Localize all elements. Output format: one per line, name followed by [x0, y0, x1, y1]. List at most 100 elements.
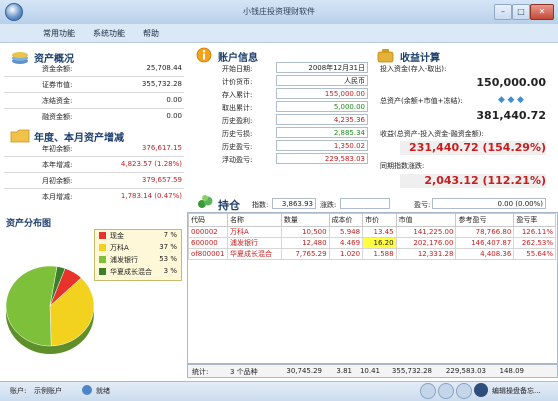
holdings-table: 代码 名称 数量 成本价 市价 市值 参考盈亏 盈亏率 000002 万科A 1… [187, 213, 556, 260]
diamond-rating: ◆ ◆ ◆ [498, 95, 524, 105]
cell-market-value: 141,225.00 [395, 226, 457, 238]
menu-system[interactable]: 系统功能 [93, 28, 125, 39]
legend-item: 浦发银行 53 % [95, 254, 181, 266]
cell-price: 1.588 [362, 248, 397, 260]
cell-quantity: 10,500 [280, 226, 330, 238]
status-account-value[interactable]: 示例账户 [34, 386, 62, 396]
holdings-table-wrapper: 代码 名称 数量 成本价 市价 市值 参考盈亏 盈亏率 000002 万科A 1… [187, 212, 558, 364]
asset-label: 资金余额: [42, 65, 73, 73]
growth-label: 本月增减: [42, 193, 73, 201]
invest-label: 投入资金(存入-取出): [380, 65, 447, 73]
legend-name: 华夏成长混合 [110, 268, 152, 276]
account-label: 浮动盈亏: [222, 156, 253, 164]
account-value: 2008年12月31日 [276, 62, 368, 73]
memo-link[interactable]: 编辑操盘备忘... [492, 386, 541, 396]
asset-label: 冻结资金: [42, 97, 73, 105]
cell-profit-rate: 55.64% [513, 248, 556, 260]
asset-value: 0.00 [166, 112, 182, 120]
col-header-market-value[interactable]: 市值 [395, 213, 457, 227]
menu-common[interactable]: 常用功能 [43, 28, 75, 39]
asset-label: 融资金额: [42, 113, 73, 121]
toolbar-icon-4[interactable] [474, 383, 488, 397]
total-value: 381,440.72 [476, 109, 546, 122]
col-header-profit-rate[interactable]: 盈亏率 [513, 213, 556, 227]
holdings-title: 持仓 [218, 199, 240, 212]
diamond-icon: ◆ [507, 95, 515, 105]
toolbar-icon-1[interactable] [420, 383, 436, 399]
toolbar-icon-3[interactable] [456, 383, 472, 399]
income-title: 收益计算 [400, 53, 440, 64]
account-label: 开始日期: [222, 65, 253, 73]
account-row: 取出累计: 5,000.00 [222, 101, 368, 114]
col-header-code[interactable]: 代码 [187, 213, 229, 227]
account-row: 存入累计: 155,000.00 [222, 88, 368, 101]
diamond-icon: ◆ [498, 95, 505, 105]
growth-label: 月初余额: [42, 177, 73, 185]
legend-item: 万科A 37 % [95, 242, 181, 254]
index-label: 指数: [252, 201, 269, 209]
window-title: 小钱庄投资理财软件 [243, 7, 315, 16]
growth-value: 1,783.14 (0.47%) [120, 192, 182, 200]
cell-cost: 5.948 [328, 226, 364, 238]
cell-cost: 1.020 [328, 248, 364, 260]
account-label: 历史亏损: [222, 130, 253, 138]
growth-row: 本月增减: 1,783.14 (0.47%) [4, 189, 184, 204]
col-header-quantity[interactable]: 数量 [280, 213, 330, 227]
distribution-title: 资产分布图 [6, 219, 52, 229]
total-label: 总资产(余额+市值+冻结): [380, 97, 463, 105]
account-label: 存入累计: [222, 91, 253, 99]
legend-name: 现金 [110, 232, 124, 240]
asset-row: 融资金额: 0.00 [4, 109, 184, 124]
col-header-price[interactable]: 市价 [362, 213, 397, 227]
legend-item: 华夏成长混合 3 % [95, 266, 181, 278]
col-header-name[interactable]: 名称 [227, 213, 282, 227]
cell-cost: 4.469 [328, 237, 364, 249]
summary-cost: 3.81 [336, 367, 352, 375]
account-row: 浮动盈亏: 229,583.03 [222, 153, 368, 166]
growth-value: 379,657.59 [141, 176, 182, 184]
menu-help[interactable]: 帮助 [143, 28, 159, 39]
info-icon [196, 47, 212, 63]
cell-name: 华夏成长混合 [227, 248, 282, 260]
toolbar-icon-2[interactable] [438, 383, 454, 399]
account-value: 人民币 [276, 75, 368, 86]
summary-ref-profit: 229,583.03 [445, 367, 486, 375]
account-value: 4,235.36 [276, 114, 368, 125]
minimize-button[interactable]: – [494, 4, 512, 20]
cell-code: 600000 [187, 237, 229, 249]
table-row[interactable]: of800001 华夏成长混合 7,765.29 1.020 1.588 12,… [187, 248, 556, 260]
account-label: 计价货币: [222, 78, 253, 86]
cell-price: 13.45 [362, 226, 397, 238]
legend-pct: 7 % [163, 231, 177, 239]
close-button[interactable]: ✕ [530, 4, 554, 20]
asset-pie-chart [5, 265, 95, 354]
growth-label: 本年增减: [42, 161, 73, 169]
col-header-ref-profit[interactable]: 参考盈亏 [455, 213, 515, 227]
index-value: 3,863.93 [272, 198, 316, 209]
legend-name: 浦发银行 [110, 256, 138, 264]
summary-price: 10.41 [359, 367, 380, 375]
status-account-label: 账户: [10, 387, 27, 395]
cell-code: 000002 [187, 226, 229, 238]
table-header-row: 代码 名称 数量 成本价 市价 市值 参考盈亏 盈亏率 [187, 213, 556, 227]
asset-row: 资金余额: 25,708.44 [4, 61, 184, 76]
summary-label: 统计: [192, 368, 209, 376]
account-row: 开始日期: 2008年12月31日 [222, 62, 368, 75]
index-change-value: 2,043.12 (112.21%) [400, 174, 546, 188]
change-label: 涨跌: [320, 201, 337, 209]
maximize-button[interactable]: □ [512, 4, 530, 20]
cell-ref-profit: 4,408.36 [455, 248, 515, 260]
table-row[interactable]: 600000 浦发银行 12,480 4.469 16.20 202,176.0… [187, 237, 556, 249]
growth-value: 376,617.15 [141, 144, 182, 152]
status-icon [82, 385, 92, 395]
account-label: 历史盈亏: [222, 143, 253, 151]
growth-row: 本年增减: 4,823.57 (1.28%) [4, 157, 184, 172]
legend-pct: 37 % [159, 243, 177, 251]
summary-market-value: 355,732.28 [391, 367, 432, 375]
col-header-cost[interactable]: 成本价 [328, 213, 364, 227]
summary-profit-rate: 148.09 [499, 367, 525, 375]
table-row[interactable]: 000002 万科A 10,500 5.948 13.45 141,225.00… [187, 226, 556, 238]
account-value: 229,583.03 [276, 153, 368, 164]
summary-count: 3 个品种 [230, 368, 258, 376]
index-change-label: 同期指数涨跌: [380, 162, 425, 170]
